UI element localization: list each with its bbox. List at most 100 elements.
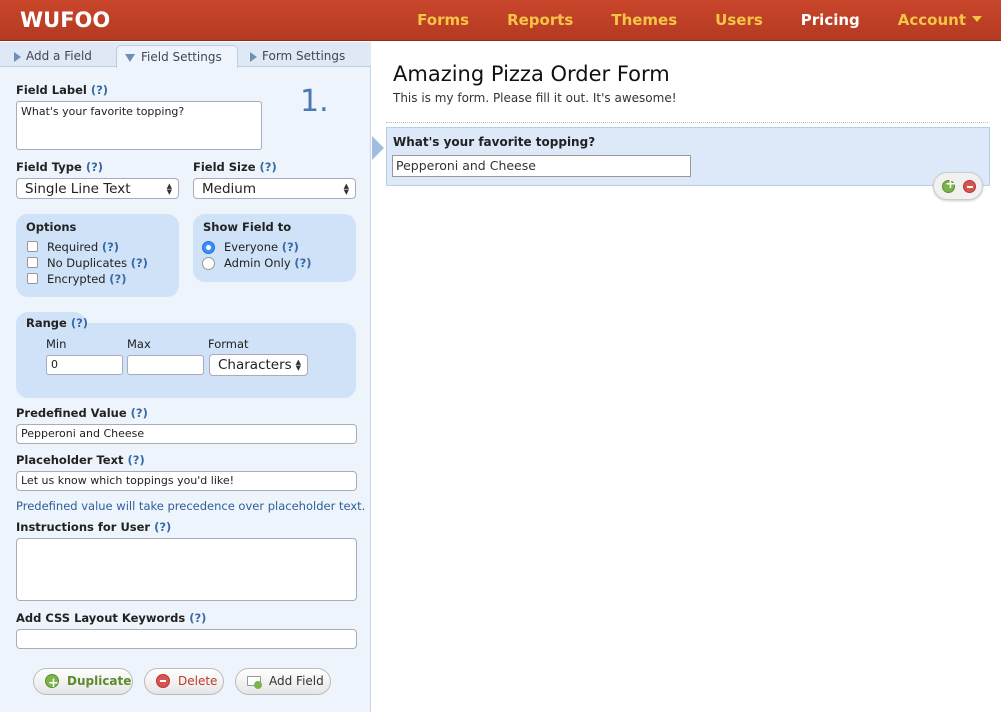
- wufoo-logo[interactable]: WUFOO: [20, 6, 110, 35]
- field-settings-panel: Add a Field Field Settings Form Settings…: [0, 42, 371, 712]
- predefined-heading: Predefined Value (?): [16, 406, 148, 420]
- field-type-heading-text: Field Type: [16, 160, 82, 174]
- help-link[interactable]: (?): [282, 240, 299, 254]
- delete-field-icon[interactable]: [963, 180, 976, 193]
- triangle-right-icon: [14, 52, 21, 62]
- form-title: Amazing Pizza Order Form: [393, 62, 670, 86]
- add-field-below-icon[interactable]: [942, 177, 956, 193]
- triangle-down-icon: [125, 54, 135, 62]
- field-size-select[interactable]: Medium ▲ ▼: [193, 178, 356, 199]
- duplicate-button[interactable]: Duplicate: [33, 668, 133, 696]
- remove-circle-icon: [156, 674, 170, 688]
- field-size-heading-text: Field Size: [193, 160, 256, 174]
- field-label-textarea[interactable]: What's your favorite topping?: [16, 101, 262, 150]
- required-text: Required: [47, 240, 99, 254]
- encrypted-label: Encrypted (?): [47, 272, 126, 286]
- delete-label: Delete: [178, 674, 218, 688]
- everyone-radio[interactable]: [202, 241, 215, 254]
- nav-forms[interactable]: Forms: [398, 0, 488, 41]
- help-link[interactable]: (?): [109, 272, 126, 286]
- help-link[interactable]: (?): [294, 256, 311, 270]
- css-keywords-input[interactable]: [16, 629, 357, 649]
- nav-reports[interactable]: Reports: [488, 0, 592, 41]
- field-actions: [933, 172, 983, 200]
- show-field-title: Show Field to: [203, 220, 292, 234]
- panel-tabs: Add a Field Field Settings Form Settings: [0, 42, 371, 68]
- css-keywords-heading-text: Add CSS Layout Keywords: [16, 611, 186, 625]
- nav-pricing[interactable]: Pricing: [782, 0, 879, 41]
- tab-add-field[interactable]: Add a Field: [2, 45, 116, 68]
- predefined-input[interactable]: Pepperoni and Cheese: [16, 424, 357, 444]
- tab-form-settings[interactable]: Form Settings: [238, 45, 364, 68]
- form-preview: Amazing Pizza Order Form This is my form…: [372, 42, 1001, 712]
- tab-field-settings-label: Field Settings: [141, 50, 222, 64]
- no-duplicates-text: No Duplicates: [47, 256, 128, 270]
- logo-text: WUFOO: [20, 8, 111, 32]
- add-field-icon: [247, 676, 262, 689]
- field-label-heading-text: Field Label: [16, 83, 87, 97]
- options-title: Options: [26, 220, 77, 234]
- delete-button[interactable]: Delete: [144, 668, 224, 695]
- main-nav: Forms Reports Themes Users Pricing Accou…: [398, 0, 1001, 41]
- required-checkbox[interactable]: [27, 241, 38, 252]
- field-label-heading: Field Label (?): [16, 83, 108, 97]
- help-link[interactable]: (?): [189, 611, 206, 625]
- form-description: This is my form. Please fill it out. It'…: [393, 91, 677, 105]
- add-circle-icon: [45, 671, 59, 696]
- select-arrows-icon: ▲ ▼: [166, 182, 172, 196]
- placeholder-input[interactable]: Let us know which toppings you'd like!: [16, 471, 357, 491]
- instructions-heading: Instructions for User (?): [16, 520, 171, 534]
- help-link[interactable]: (?): [131, 256, 148, 270]
- step-number: 1.: [300, 84, 329, 119]
- no-duplicates-label: No Duplicates (?): [47, 256, 148, 270]
- range-min-input[interactable]: 0: [46, 355, 123, 375]
- field-type-value: Single Line Text: [25, 181, 131, 197]
- duplicate-label: Duplicate: [67, 674, 132, 688]
- nav-account[interactable]: Account: [879, 0, 1001, 41]
- nav-themes[interactable]: Themes: [592, 0, 696, 41]
- tab-field-settings[interactable]: Field Settings: [116, 45, 238, 68]
- tab-add-field-label: Add a Field: [26, 49, 92, 63]
- help-link[interactable]: (?): [260, 160, 277, 174]
- help-link[interactable]: (?): [102, 240, 119, 254]
- everyone-text: Everyone: [224, 240, 279, 254]
- css-keywords-heading: Add CSS Layout Keywords (?): [16, 611, 206, 625]
- field-type-heading: Field Type (?): [16, 160, 103, 174]
- field-size-heading: Field Size (?): [193, 160, 277, 174]
- placeholder-heading-text: Placeholder Text: [16, 453, 124, 467]
- placeholder-heading: Placeholder Text (?): [16, 453, 145, 467]
- instructions-heading-text: Instructions for User: [16, 520, 151, 534]
- field-type-select[interactable]: Single Line Text ▲ ▼: [16, 178, 179, 199]
- preview-field-input[interactable]: Pepperoni and Cheese: [392, 155, 691, 177]
- everyone-label: Everyone (?): [224, 240, 299, 254]
- help-link[interactable]: (?): [91, 83, 108, 97]
- preview-field-label: What's your favorite topping?: [393, 135, 596, 149]
- chevron-down-icon: [972, 16, 982, 22]
- tab-form-settings-label: Form Settings: [262, 49, 346, 63]
- help-link[interactable]: (?): [128, 453, 145, 467]
- selected-field-pointer: [372, 136, 384, 160]
- encrypted-checkbox[interactable]: [27, 273, 38, 284]
- range-max-input[interactable]: [127, 355, 204, 375]
- field-size-value: Medium: [202, 181, 256, 197]
- range-format-label: Format: [208, 337, 249, 351]
- add-field-button[interactable]: Add Field: [235, 668, 331, 695]
- range-title-text: Range: [26, 316, 67, 330]
- encrypted-text: Encrypted: [47, 272, 106, 286]
- nav-account-label: Account: [897, 11, 966, 29]
- admin-only-label: Admin Only (?): [224, 256, 312, 270]
- nav-users[interactable]: Users: [696, 0, 782, 41]
- divider: [386, 122, 988, 123]
- help-link[interactable]: (?): [86, 160, 103, 174]
- help-link[interactable]: (?): [71, 316, 88, 330]
- admin-only-radio[interactable]: [202, 257, 215, 270]
- help-link[interactable]: (?): [131, 406, 148, 420]
- required-label: Required (?): [47, 240, 119, 254]
- select-arrows-icon: ▲ ▼: [343, 182, 349, 196]
- range-format-value: Characters: [218, 357, 292, 373]
- select-arrows-icon: ▲ ▼: [295, 358, 301, 372]
- no-duplicates-checkbox[interactable]: [27, 257, 38, 268]
- range-format-select[interactable]: Characters ▲ ▼: [209, 354, 308, 376]
- help-link[interactable]: (?): [154, 520, 171, 534]
- instructions-textarea[interactable]: [16, 538, 357, 601]
